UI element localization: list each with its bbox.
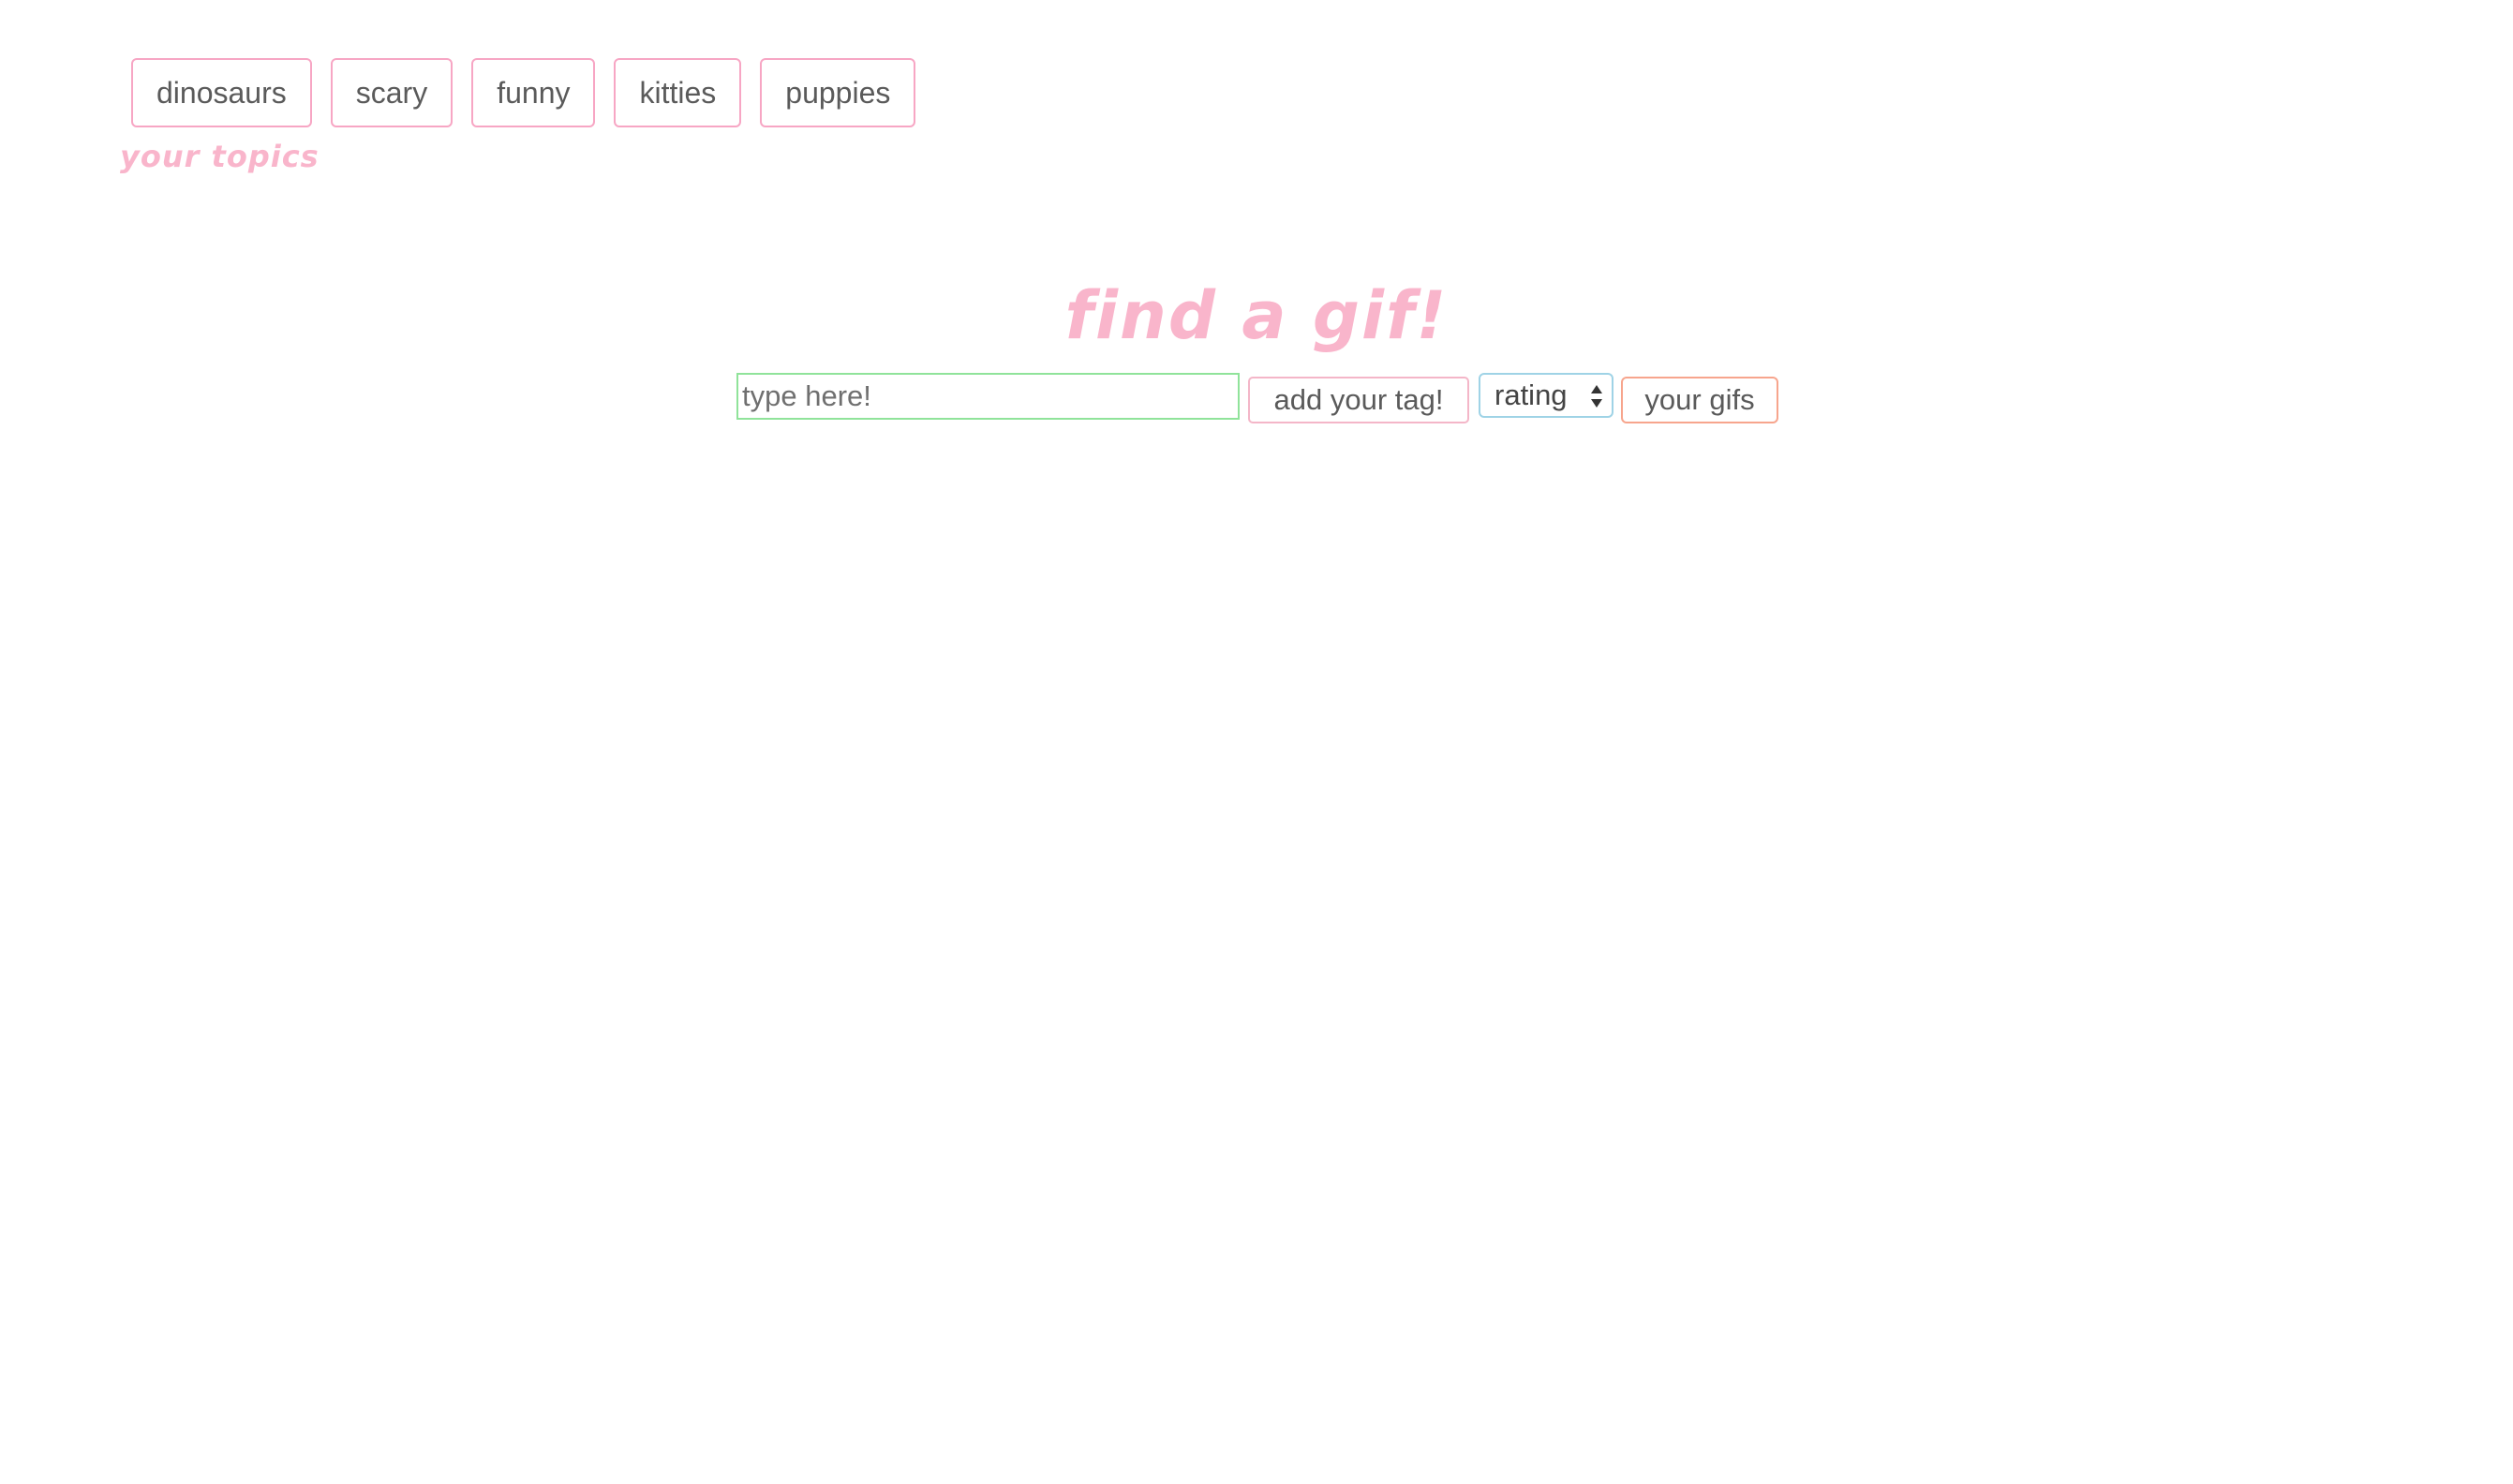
rating-select[interactable]: rating <box>1479 373 1613 418</box>
topic-button-scary[interactable]: scary <box>330 58 454 127</box>
add-tag-button[interactable]: add your tag! <box>1248 377 1469 423</box>
your-gifs-button[interactable]: your gifs <box>1621 377 1778 423</box>
topic-buttons: dinosaurs scary funny kitties puppies <box>131 58 916 127</box>
search-input[interactable] <box>736 373 1240 420</box>
page-title: find a gif! <box>1064 277 1449 354</box>
topic-button-kitties[interactable]: kitties <box>614 58 742 127</box>
topic-button-dinosaurs[interactable]: dinosaurs <box>131 58 312 127</box>
gif-results-area <box>0 440 2513 1471</box>
topic-button-puppies[interactable]: puppies <box>760 58 916 127</box>
rating-select-value: rating <box>1494 378 1568 411</box>
topics-caption: your topics <box>120 139 320 174</box>
page: dinosaurs scary funny kitties puppies yo… <box>0 0 2513 1484</box>
select-arrows-icon <box>1591 385 1602 408</box>
topic-button-funny[interactable]: funny <box>471 58 596 127</box>
